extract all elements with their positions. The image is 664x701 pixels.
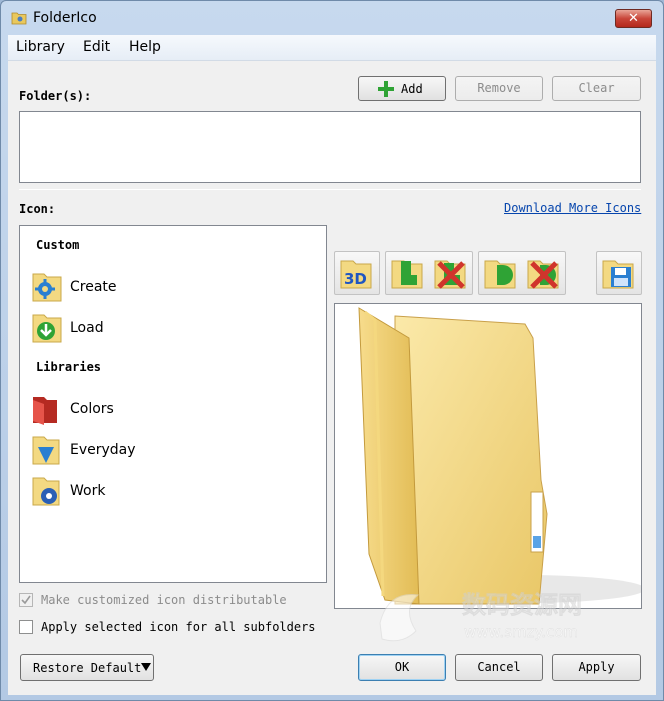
menu-help[interactable]: Help [129, 39, 161, 55]
client-area: Library Edit Help Folder(s): Add Remove … [8, 35, 656, 695]
app-folder-icon [11, 12, 27, 25]
subfolders-checkbox[interactable] [19, 620, 33, 634]
close-button[interactable]: ✕ [615, 9, 652, 28]
list-item-everyday[interactable]: Everyday [30, 433, 290, 467]
remove-button[interactable]: Remove [455, 76, 543, 101]
add-button[interactable]: Add [358, 76, 446, 101]
list-item-colors[interactable]: Colors [30, 392, 290, 426]
folders-label: Folder(s): [19, 89, 92, 103]
icon-preview [334, 303, 645, 609]
everyday-folder-icon [32, 436, 60, 465]
download-more-icons-link[interactable]: Download More Icons [504, 201, 641, 215]
colors-label: Colors [70, 401, 114, 417]
icon-library-list[interactable]: Custom Create Load Libraries Colors Ever… [19, 225, 327, 583]
create-label: Create [70, 279, 117, 295]
load-folder-icon [32, 314, 62, 343]
everyday-label: Everyday [70, 442, 136, 458]
watermark-logo: 数码资源网 www.smzy.com [379, 591, 582, 642]
folders-list[interactable] [19, 111, 641, 183]
menu-library[interactable]: Library [16, 39, 65, 55]
ok-button[interactable]: OK [358, 654, 446, 681]
folder-preview-image [358, 307, 645, 605]
3d-folder-icon: 3D [340, 260, 372, 289]
menu-bar: Library Edit Help [8, 35, 656, 61]
app-window: FolderIco ✕ Library Edit Help Folder(s):… [0, 0, 664, 701]
overlay-group [385, 251, 473, 295]
emblem-group [478, 251, 566, 295]
restore-default-button[interactable]: Restore Default [20, 654, 154, 681]
watermark-text-cn: 数码资源网 [462, 591, 582, 619]
clear-button[interactable]: Clear [552, 76, 641, 101]
restore-default-label: Restore Default [33, 661, 142, 675]
plus-icon [378, 81, 394, 97]
libraries-heading: Libraries [36, 360, 102, 374]
title-bar[interactable]: FolderIco ✕ [1, 1, 663, 37]
separator [19, 189, 641, 190]
red-folder-icon [33, 397, 57, 425]
remove-overlay-icon[interactable] [431, 253, 471, 293]
menu-edit[interactable]: Edit [83, 39, 110, 55]
list-item-load[interactable]: Load [30, 311, 290, 345]
save-icon-button[interactable] [596, 251, 642, 295]
distributable-checkbox[interactable] [19, 593, 33, 607]
add-green-overlay-icon[interactable] [388, 253, 428, 293]
add-label: Add [401, 82, 423, 96]
dropdown-arrow-icon[interactable] [141, 661, 151, 673]
watermark-text-url: www.smzy.com [464, 623, 578, 641]
window-title: FolderIco [33, 10, 97, 26]
save-floppy-icon [602, 260, 634, 289]
check-icon [21, 595, 31, 605]
apply-button[interactable]: Apply [552, 654, 641, 681]
custom-heading: Custom [36, 238, 80, 252]
cancel-button[interactable]: Cancel [455, 654, 543, 681]
main-panel: Folder(s): Add Remove Clear Icon: Downlo… [8, 61, 656, 695]
create-folder-icon [32, 273, 62, 302]
add-emblem-icon[interactable] [481, 253, 521, 293]
svg-text:3D: 3D [344, 270, 367, 288]
distributable-label: Make customized icon distributable [41, 593, 287, 607]
icon-label: Icon: [19, 202, 56, 216]
load-label: Load [70, 320, 104, 336]
work-label: Work [70, 483, 106, 499]
list-item-work[interactable]: Work [30, 474, 290, 508]
remove-emblem-icon[interactable] [524, 253, 564, 293]
work-folder-icon [32, 477, 60, 506]
3d-button[interactable]: 3D [334, 251, 380, 295]
subfolders-label: Apply selected icon for all subfolders [41, 620, 316, 634]
list-item-create[interactable]: Create [30, 270, 290, 304]
